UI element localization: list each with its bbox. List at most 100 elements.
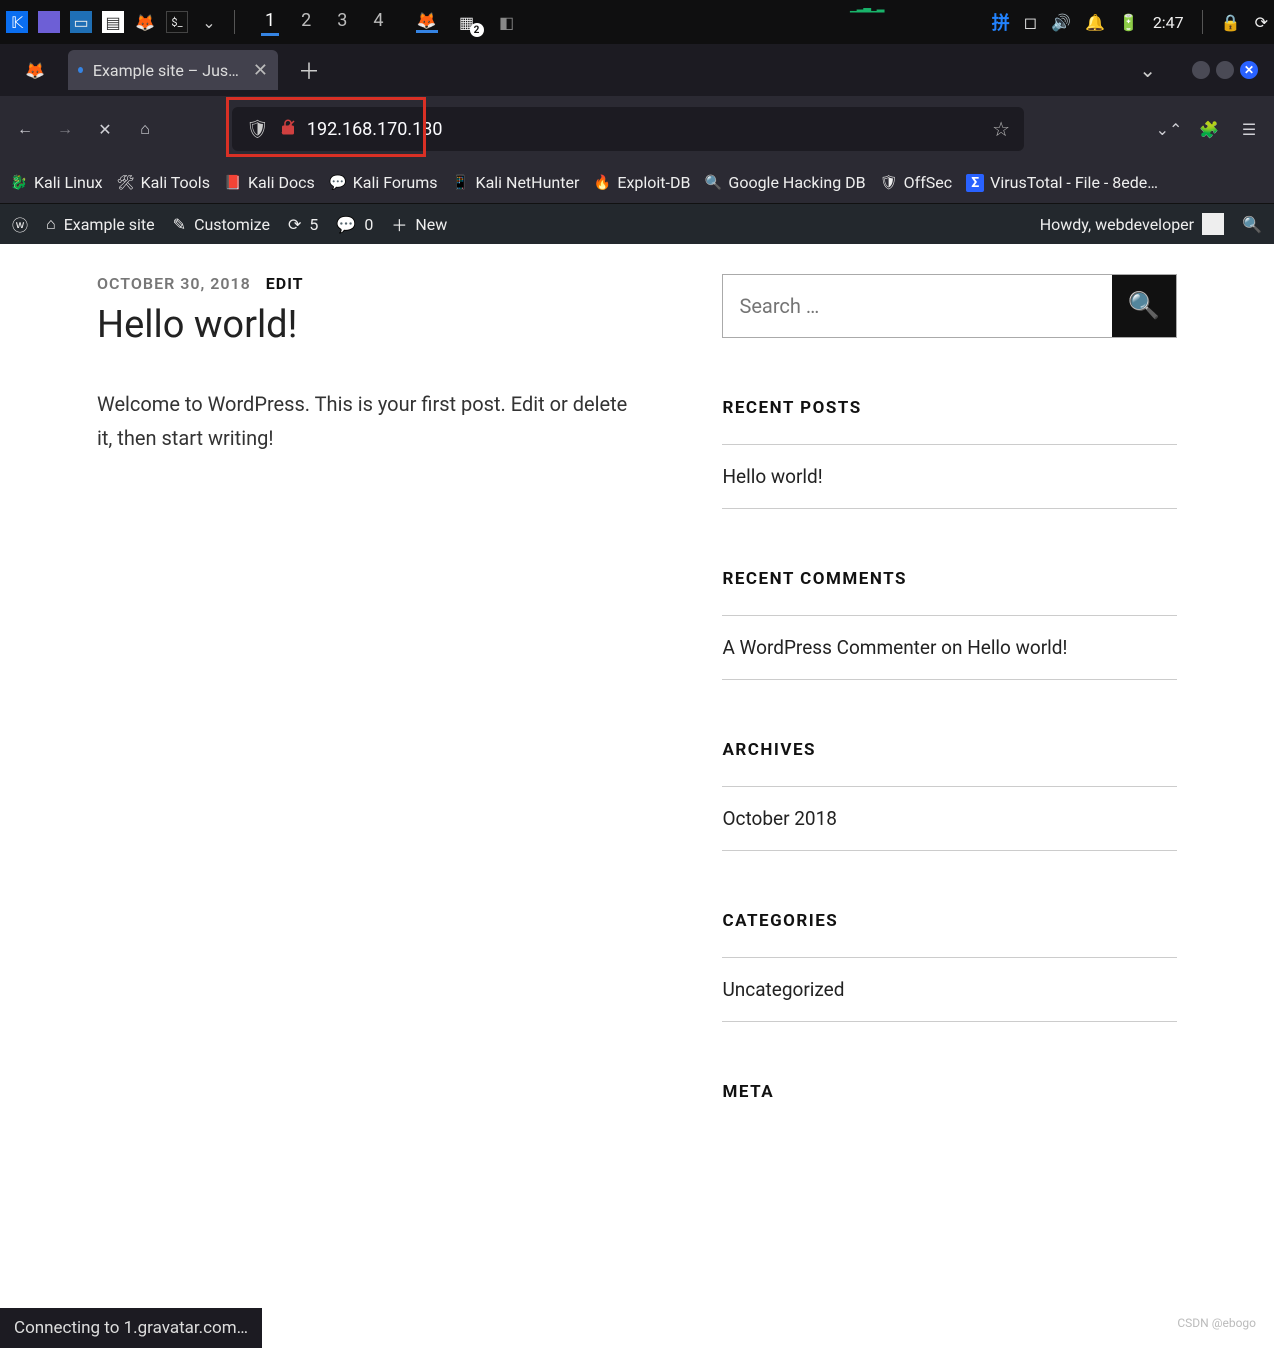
- bookmark-label: VirusTotal - File - 8ede…: [990, 173, 1158, 192]
- bookmark-kali-nethunter[interactable]: 📱Kali NetHunter: [452, 173, 580, 192]
- chat-icon: 💬: [329, 174, 347, 192]
- back-button[interactable]: ←: [12, 116, 38, 142]
- ime-icon[interactable]: 拼: [992, 9, 1010, 35]
- shield-icon[interactable]: 🛡: [246, 119, 269, 140]
- forward-button[interactable]: →: [52, 116, 78, 142]
- search-input[interactable]: [723, 275, 1112, 337]
- status-bar: Connecting to 1.gravatar.com…: [0, 1308, 262, 1348]
- home-icon: ⌂: [46, 214, 56, 234]
- wp-site-name: Example site: [64, 215, 155, 234]
- separator: [1202, 10, 1203, 34]
- on-text: on: [936, 636, 967, 659]
- pocket-icon[interactable]: ⌄⌃: [1156, 116, 1182, 142]
- comment-post-link[interactable]: Hello world!: [967, 636, 1067, 659]
- power-icon[interactable]: ⟳: [1255, 13, 1268, 32]
- wp-new[interactable]: ＋New: [391, 212, 447, 236]
- home-button[interactable]: ⌂: [132, 116, 158, 142]
- stop-button[interactable]: ✕: [92, 116, 118, 142]
- list-item[interactable]: Uncategorized: [722, 957, 1177, 1022]
- bookmark-ghdb[interactable]: 🔍Google Hacking DB: [704, 173, 865, 192]
- wp-logo[interactable]: ⓦ: [12, 212, 28, 236]
- list-item[interactable]: October 2018: [722, 786, 1177, 851]
- notification-icon[interactable]: 🔔: [1085, 13, 1105, 32]
- firefox-logo-icon[interactable]: 🦊: [20, 55, 50, 85]
- wp-customize[interactable]: ✎Customize: [173, 215, 270, 234]
- bookmark-kali-forums[interactable]: 💬Kali Forums: [329, 173, 438, 192]
- bookmark-offsec[interactable]: 🛡 OffSec: [880, 173, 953, 192]
- insecure-lock-icon[interactable]: [279, 118, 297, 141]
- sidebar: 🔍 RECENT POSTS Hello world! RECENT COMME…: [722, 274, 1177, 1162]
- workspace-4[interactable]: 4: [369, 8, 387, 36]
- volume-icon[interactable]: 🔊: [1051, 13, 1071, 32]
- bookmark-virustotal[interactable]: Σ VirusTotal - File - 8ede…: [966, 173, 1158, 192]
- workspace-switcher[interactable]: 1 2 3 4: [261, 8, 388, 36]
- widget-title: ARCHIVES: [722, 740, 1177, 760]
- bookmark-label: Google Hacking DB: [728, 173, 865, 192]
- system-tray: 拼 ◻ 🔊 🔔 🔋 2:47 🔒 ⟳: [992, 9, 1268, 35]
- battery-icon[interactable]: 🔋: [1119, 13, 1139, 32]
- text-editor-icon[interactable]: ▤: [102, 11, 124, 33]
- firefox-icon[interactable]: 🦊: [134, 11, 156, 33]
- dropdown-icon[interactable]: ⌄: [198, 11, 220, 33]
- wp-site-link[interactable]: ⌂ Example site: [46, 214, 155, 234]
- widget-archives: ARCHIVES October 2018: [722, 740, 1177, 851]
- bookmark-kali-tools[interactable]: 🛠Kali Tools: [117, 173, 210, 192]
- post-edit-link[interactable]: EDIT: [266, 274, 304, 293]
- maximize-button[interactable]: [1216, 61, 1234, 79]
- terminal-icon[interactable]: $_: [166, 11, 188, 33]
- extensions-icon[interactable]: 🧩: [1196, 116, 1222, 142]
- browser-tab[interactable]: Example site – Just anoth ✕: [68, 50, 278, 90]
- comment-author-link[interactable]: A WordPress Commenter: [722, 636, 936, 659]
- files-icon[interactable]: ▭: [70, 11, 92, 33]
- bookmark-label: OffSec: [904, 173, 953, 192]
- minimize-button[interactable]: [1192, 61, 1210, 79]
- menu-icon[interactable]: ☰: [1236, 116, 1262, 142]
- wp-search[interactable]: 🔍: [1242, 215, 1262, 234]
- tabs-dropdown-icon[interactable]: ⌄: [1123, 58, 1172, 82]
- app-icon-extra[interactable]: ◧: [496, 11, 518, 33]
- category-link[interactable]: Uncategorized: [722, 978, 844, 1001]
- app-badge-icon[interactable]: ▦2: [456, 11, 478, 33]
- sigma-icon: Σ: [966, 174, 984, 192]
- tiny-text: ▁▂▃▁▂: [850, 2, 883, 13]
- recent-post-link[interactable]: Hello world!: [722, 465, 822, 488]
- wp-updates[interactable]: ⟳5: [288, 215, 318, 234]
- list-item[interactable]: Hello world!: [722, 444, 1177, 509]
- url-bar[interactable]: 🛡 192.168.170.130 ☆: [232, 107, 1024, 151]
- tray-icon-1[interactable]: ◻: [1024, 13, 1037, 32]
- tab-close-icon[interactable]: ✕: [253, 60, 268, 81]
- wp-howdy-text: Howdy, webdeveloper: [1040, 215, 1194, 234]
- bookmark-exploit-db[interactable]: 🔥Exploit-DB: [593, 173, 690, 192]
- bookmark-kali-docs[interactable]: 📕Kali Docs: [224, 173, 315, 192]
- workspace-1[interactable]: 1: [261, 8, 279, 36]
- widget-title: RECENT COMMENTS: [722, 569, 1177, 589]
- wp-howdy[interactable]: Howdy, webdeveloper: [1040, 213, 1224, 235]
- new-tab-button[interactable]: ＋: [288, 50, 330, 90]
- url-text[interactable]: 192.168.170.130: [307, 119, 982, 140]
- page-content: OCTOBER 30, 2018 EDIT Hello world! Welco…: [0, 244, 1274, 1348]
- clock[interactable]: 2:47: [1153, 13, 1184, 32]
- firefox-running-icon[interactable]: 🦊: [416, 11, 438, 33]
- taskbar-apps: 𝕂 ▭ ▤ 🦊 $_ ⌄: [6, 10, 239, 34]
- widget-recent-posts: RECENT POSTS Hello world!: [722, 398, 1177, 509]
- wp-comments[interactable]: 💬0: [336, 215, 373, 234]
- close-window-button[interactable]: ✕: [1240, 61, 1258, 79]
- kali-icon[interactable]: 𝕂: [6, 11, 28, 33]
- watermark: CSDN @ebogo: [1177, 1316, 1256, 1330]
- archive-link[interactable]: October 2018: [722, 807, 837, 830]
- offsec-icon: 🛡: [880, 174, 898, 192]
- search-icon: 🔍: [1128, 291, 1160, 321]
- bookmark-star-icon[interactable]: ☆: [992, 117, 1010, 141]
- bookmark-kali-linux[interactable]: 🐉Kali Linux: [10, 173, 103, 192]
- lock-icon[interactable]: 🔒: [1221, 13, 1241, 32]
- workspace-3[interactable]: 3: [333, 8, 351, 36]
- post-title[interactable]: Hello world!: [97, 303, 642, 347]
- search-button[interactable]: 🔍: [1112, 275, 1176, 337]
- post-meta: OCTOBER 30, 2018 EDIT: [97, 274, 642, 293]
- post-main: OCTOBER 30, 2018 EDIT Hello world! Welco…: [97, 274, 642, 1162]
- app-icon-1[interactable]: [38, 11, 60, 33]
- wp-customize-label: Customize: [194, 215, 270, 234]
- wp-new-label: New: [415, 215, 447, 234]
- workspace-2[interactable]: 2: [297, 8, 315, 36]
- post-date[interactable]: OCTOBER 30, 2018: [97, 274, 251, 293]
